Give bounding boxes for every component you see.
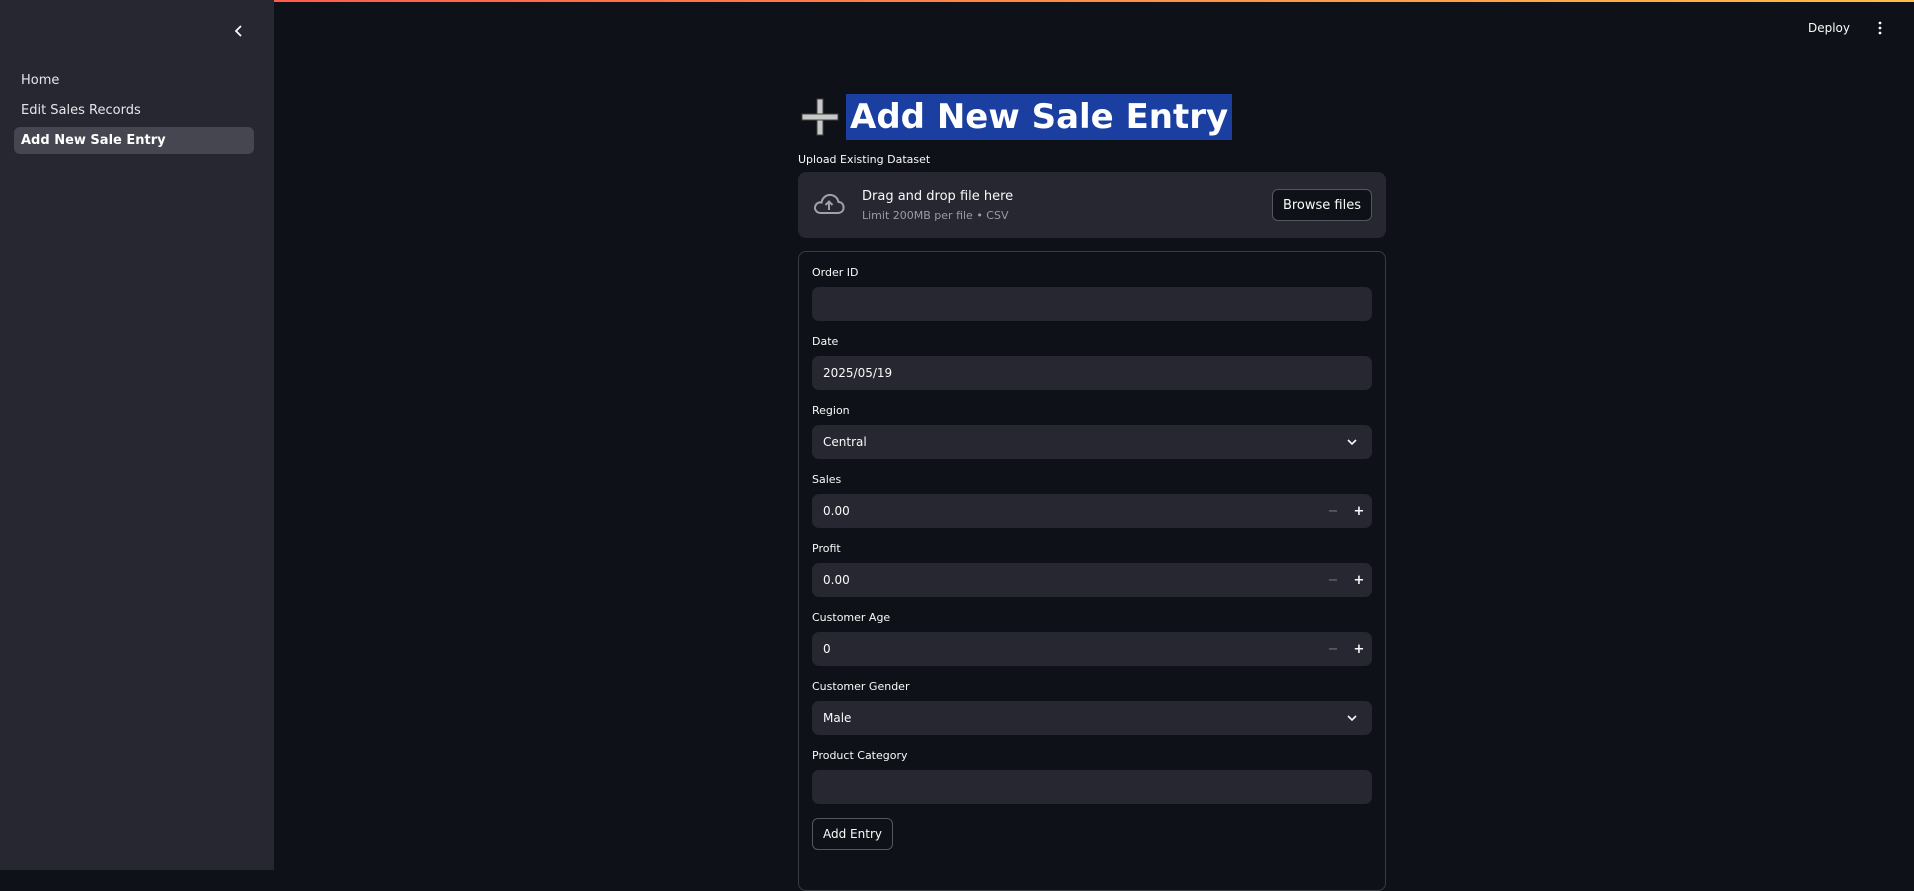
- profit-increment-button[interactable]: +: [1346, 563, 1372, 597]
- product-category-label: Product Category: [812, 749, 908, 762]
- sidebar-item-edit-sales-records[interactable]: Edit Sales Records: [14, 97, 254, 124]
- date-field-group: Date 2025/05/19: [812, 335, 1372, 390]
- sales-increment-button[interactable]: +: [1346, 494, 1372, 528]
- browse-files-button[interactable]: Browse files: [1271, 189, 1372, 221]
- customer-age-increment-button[interactable]: +: [1346, 632, 1372, 666]
- profit-number-input[interactable]: 0.00 − +: [812, 563, 1372, 597]
- chevron-down-icon: [1342, 708, 1362, 728]
- dropzone-title: Drag and drop file here: [862, 188, 1014, 204]
- app-header-actions: Deploy: [1808, 18, 1914, 38]
- order-id-field-group: Order ID: [812, 266, 1372, 321]
- sale-entry-form: Order ID Date 2025/05/19 Region Central …: [798, 251, 1386, 891]
- sales-label: Sales: [812, 473, 842, 486]
- sales-decrement-button[interactable]: −: [1320, 494, 1346, 528]
- customer-gender-field-group: Customer Gender Male: [812, 680, 1372, 735]
- uploader-label: Upload Existing Dataset: [798, 153, 931, 166]
- customer-age-value: 0: [823, 642, 831, 656]
- sidebar: Home Edit Sales Records Add New Sale Ent…: [0, 0, 274, 870]
- sales-number-input[interactable]: 0.00 − +: [812, 494, 1372, 528]
- sidebar-nav: Home Edit Sales Records Add New Sale Ent…: [14, 67, 254, 157]
- customer-gender-label: Customer Gender: [812, 680, 910, 693]
- customer-age-decrement-button[interactable]: −: [1320, 632, 1346, 666]
- main-menu-button[interactable]: [1870, 18, 1890, 38]
- sidebar-item-add-new-sale-entry[interactable]: Add New Sale Entry: [14, 127, 254, 154]
- dropzone-limit: Limit 200MB per file • CSV: [862, 208, 1009, 222]
- date-input[interactable]: 2025/05/19: [812, 356, 1372, 390]
- sales-field-group: Sales 0.00 − +: [812, 473, 1372, 528]
- page-title: Add New Sale Entry: [846, 94, 1233, 140]
- chevron-left-icon: [234, 25, 242, 37]
- product-category-input[interactable]: [812, 770, 1372, 804]
- order-id-input[interactable]: [812, 287, 1372, 321]
- collapse-sidebar-button[interactable]: [228, 20, 250, 42]
- cloud-upload-icon: [812, 188, 846, 222]
- chevron-down-icon: [1342, 432, 1362, 452]
- region-select[interactable]: Central: [812, 425, 1372, 459]
- deploy-button[interactable]: Deploy: [1808, 21, 1850, 35]
- customer-gender-select[interactable]: Male: [812, 701, 1372, 735]
- sidebar-item-home[interactable]: Home: [14, 67, 254, 94]
- customer-age-label: Customer Age: [812, 611, 891, 624]
- customer-gender-value: Male: [823, 711, 852, 725]
- region-field-group: Region Central: [812, 404, 1372, 459]
- profit-decrement-button[interactable]: −: [1320, 563, 1346, 597]
- sales-value: 0.00: [823, 504, 850, 518]
- plus-icon: [798, 95, 842, 139]
- customer-age-number-input[interactable]: 0 − +: [812, 632, 1372, 666]
- main-content: Add New Sale Entry Upload Existing Datas…: [798, 92, 1386, 891]
- add-entry-button[interactable]: Add Entry: [812, 818, 893, 850]
- profit-field-group: Profit 0.00 − +: [812, 542, 1372, 597]
- date-label: Date: [812, 335, 839, 348]
- product-category-field-group: Product Category: [812, 749, 1372, 804]
- page-title-row: Add New Sale Entry: [798, 92, 1386, 142]
- region-value: Central: [823, 435, 867, 449]
- more-vertical-icon: [1878, 21, 1882, 35]
- customer-age-field-group: Customer Age 0 − +: [812, 611, 1372, 666]
- dropzone-text: Drag and drop file here Limit 200MB per …: [862, 189, 1272, 222]
- order-id-label: Order ID: [812, 266, 859, 279]
- profit-label: Profit: [812, 542, 841, 555]
- profit-value: 0.00: [823, 573, 850, 587]
- top-accent-bar: [0, 0, 1914, 2]
- date-value: 2025/05/19: [823, 366, 893, 380]
- region-label: Region: [812, 404, 850, 417]
- file-dropzone[interactable]: Drag and drop file here Limit 200MB per …: [798, 172, 1386, 238]
